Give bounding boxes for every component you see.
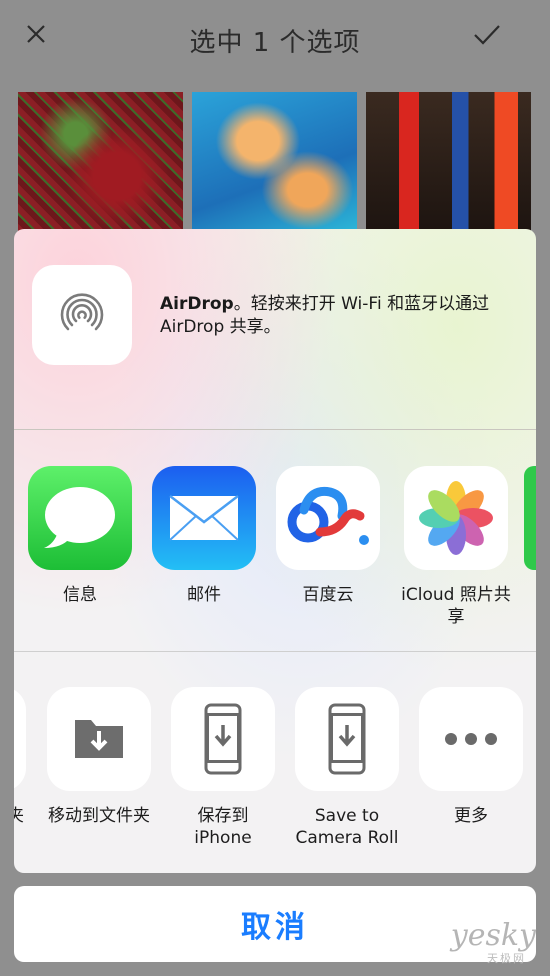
photo-thumbnail-ukuleles[interactable]: [366, 92, 531, 232]
icloud-photos-icon: [404, 466, 508, 570]
share-app-label: 信息: [63, 585, 97, 605]
share-app-messages[interactable]: 信息: [28, 466, 132, 606]
mail-icon: [152, 466, 256, 570]
share-app-mail[interactable]: 邮件: [152, 466, 256, 606]
share-app-baidu-cloud[interactable]: 百度云: [276, 466, 380, 606]
close-icon[interactable]: [24, 22, 48, 46]
save-to-iphone-icon: [171, 687, 275, 791]
action-label: Save to Camera Roll: [295, 806, 399, 848]
share-app-partial[interactable]: [524, 466, 536, 570]
photo-thumbnail-red-leaves[interactable]: [18, 92, 183, 232]
action-save-to-camera-roll[interactable]: Save to Camera Roll: [291, 687, 403, 849]
top-navigation-bar: 选中 1 个选项: [0, 0, 550, 80]
photo-strip: [18, 92, 534, 232]
divider: [14, 429, 536, 430]
page-title: 选中 1 个选项: [189, 27, 361, 58]
share-sheet: AirDrop。轻按来打开 Wi-Fi 和蓝牙以通过 AirDrop 共享。 信…: [14, 229, 536, 873]
action-label: 移动到文件夹: [48, 806, 150, 826]
messages-icon: [28, 466, 132, 570]
action-label: 保存到 iPhone: [194, 806, 252, 848]
share-app-label: 邮件: [187, 585, 221, 605]
airdrop-title: AirDrop: [160, 294, 234, 314]
move-to-folder-icon: [47, 687, 151, 791]
action-more[interactable]: 更多: [419, 687, 523, 827]
share-app-icloud-photo-sharing[interactable]: iCloud 照片共享: [400, 466, 512, 628]
divider: [14, 651, 536, 652]
share-app-label: 百度云: [302, 585, 354, 605]
action-label: 更多: [454, 806, 488, 826]
save-to-camera-roll-icon: [295, 687, 399, 791]
action-label: 夹: [14, 806, 24, 826]
watermark-subtitle: 天极网: [487, 952, 526, 965]
checkmark-icon[interactable]: [472, 22, 502, 48]
action-folder[interactable]: 夹: [14, 687, 26, 827]
folder-icon: [14, 687, 26, 791]
share-app-label: iCloud 照片共享: [401, 585, 511, 627]
action-save-to-iphone[interactable]: 保存到 iPhone: [171, 687, 275, 849]
airdrop-description: AirDrop。轻按来打开 Wi-Fi 和蓝牙以通过 AirDrop 共享。: [160, 293, 510, 339]
action-move-to-folder[interactable]: 移动到文件夹: [37, 687, 161, 827]
photo-thumbnail-jellyfish[interactable]: [192, 92, 357, 232]
watermark-logo: yesky: [450, 918, 536, 953]
airdrop-icon[interactable]: [32, 265, 132, 365]
more-icon: [419, 687, 523, 791]
baidu-cloud-icon: [276, 466, 380, 570]
airdrop-section[interactable]: AirDrop。轻按来打开 Wi-Fi 和蓝牙以通过 AirDrop 共享。: [14, 229, 536, 429]
